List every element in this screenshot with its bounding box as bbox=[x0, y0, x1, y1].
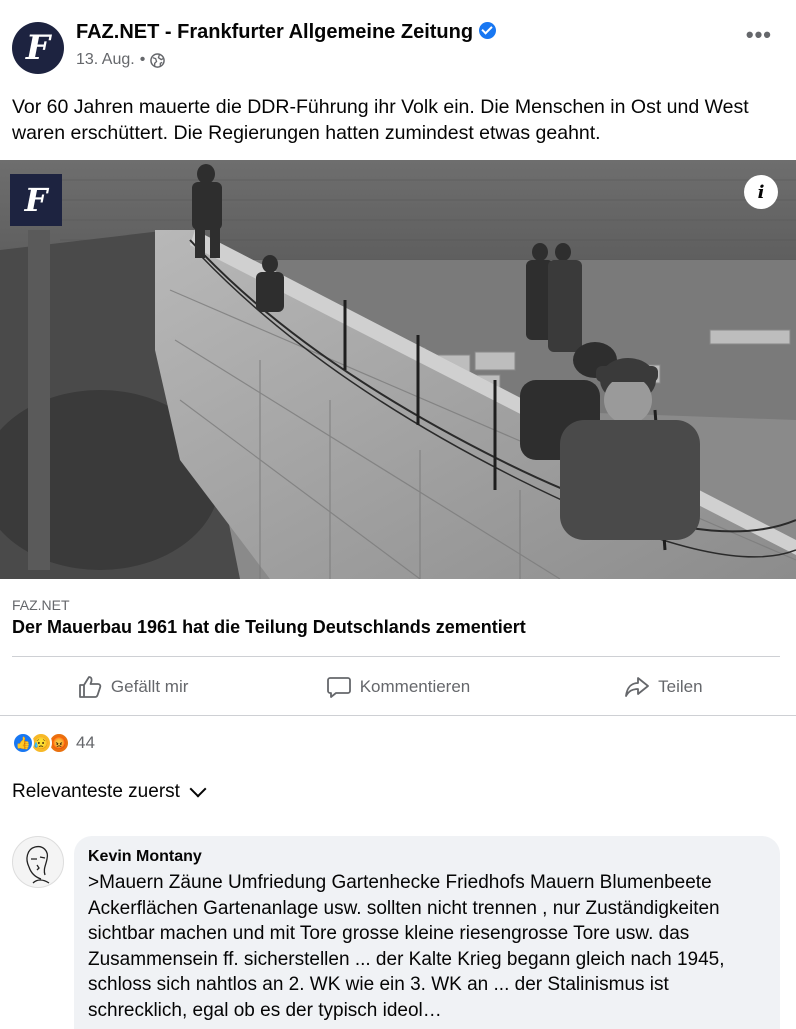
page-name-text[interactable]: FAZ.NET - Frankfurter Allgemeine Zeitung bbox=[76, 21, 473, 43]
divider bbox=[12, 656, 780, 657]
link-title[interactable]: Der Mauerbau 1961 hat die Teilung Deutsc… bbox=[12, 617, 526, 638]
like-reaction-icon: 👍 bbox=[12, 732, 34, 754]
info-icon[interactable]: i bbox=[744, 175, 778, 209]
berlin-wall-photo bbox=[0, 160, 796, 579]
like-button[interactable]: Gefällt mir bbox=[0, 660, 265, 714]
post-text: Vor 60 Jahren mauerte die DDR-Führung ih… bbox=[12, 96, 749, 144]
comment-button[interactable]: Kommentieren bbox=[265, 660, 530, 714]
post-date[interactable]: 13. Aug. bbox=[76, 51, 135, 69]
badge-letter: F bbox=[24, 181, 48, 219]
sketch-face-icon bbox=[26, 845, 50, 884]
divider bbox=[0, 715, 796, 716]
meta-separator: • bbox=[139, 51, 146, 68]
like-label: Gefällt mir bbox=[110, 677, 189, 696]
link-domain: FAZ.NET bbox=[12, 597, 70, 613]
comment-sort-dropdown[interactable]: Relevanteste zuerst bbox=[12, 780, 207, 803]
share-arrow-icon bbox=[625, 677, 650, 697]
post-header: F FAZ.NET - Frankfurter Allgemeine Zeitu… bbox=[0, 0, 796, 90]
avatar-letter: F bbox=[25, 28, 51, 68]
page-avatar[interactable]: F bbox=[12, 22, 64, 74]
comment-label: Kommentieren bbox=[359, 677, 471, 696]
share-button[interactable]: Teilen bbox=[531, 660, 796, 714]
action-bar: Gefällt mir Kommentieren Teilen bbox=[0, 660, 796, 714]
globe-icon bbox=[150, 52, 166, 68]
reactions-summary[interactable]: 👍 😥 😡 44 bbox=[12, 731, 95, 755]
thumbs-up-icon bbox=[79, 676, 102, 698]
post-meta: 13. Aug. • bbox=[76, 51, 166, 69]
comment-bubble-icon bbox=[326, 677, 351, 698]
reaction-count: 44 bbox=[76, 733, 95, 752]
avatar[interactable] bbox=[12, 836, 64, 888]
link-preview[interactable]: FAZ.NET Der Mauerbau 1961 hat die Teilun… bbox=[0, 579, 796, 657]
comment-bubble: Kevin Montany >Mauern Zäune Umfriedung G… bbox=[74, 836, 780, 1029]
share-label: Teilen bbox=[658, 677, 703, 696]
faz-logo-badge: F bbox=[10, 174, 62, 226]
post-photo[interactable]: F i bbox=[0, 160, 796, 579]
comment-author[interactable]: Kevin Montany bbox=[88, 848, 766, 866]
comment-text: >Mauern Zäune Umfriedung Gartenhecke Fri… bbox=[88, 872, 725, 1021]
page-name[interactable]: FAZ.NET - Frankfurter Allgemeine Zeitung bbox=[76, 21, 497, 44]
sort-label: Relevanteste zuerst bbox=[12, 781, 180, 802]
chevron-down-icon bbox=[189, 780, 207, 798]
verified-badge-icon bbox=[479, 22, 497, 39]
more-options-icon[interactable]: ••• bbox=[746, 22, 772, 48]
